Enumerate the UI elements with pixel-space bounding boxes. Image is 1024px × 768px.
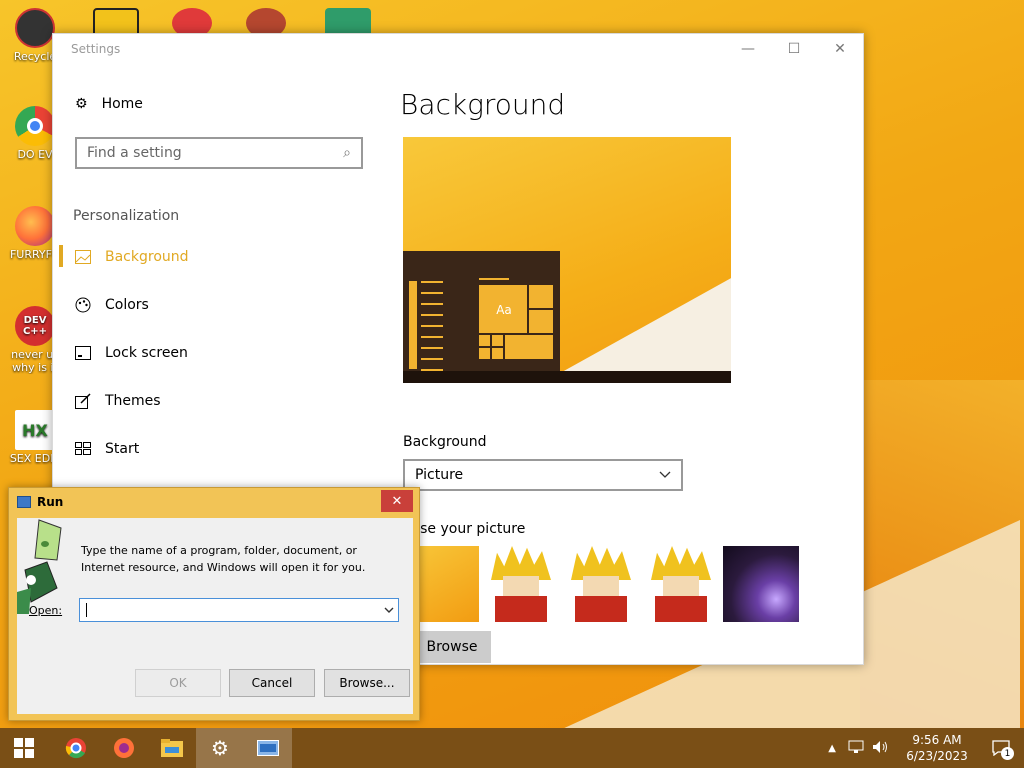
ok-button[interactable]: OK — [135, 669, 221, 697]
picture-thumbnails — [403, 546, 799, 622]
recycle-bin-icon — [15, 8, 55, 48]
preview-tile — [409, 281, 417, 369]
choose-picture-label: oose your picture — [403, 521, 526, 537]
run-title-bar: Run — [17, 488, 63, 516]
gear-icon: ⚙ — [75, 96, 88, 112]
preview-wallpaper-shape — [553, 277, 731, 377]
background-type-label: Background — [403, 434, 487, 450]
network-icon[interactable] — [848, 740, 864, 757]
picture-thumbnail[interactable] — [483, 546, 559, 622]
image-icon — [75, 249, 91, 265]
start-icon — [75, 441, 91, 457]
close-button[interactable]: ✕ — [817, 34, 863, 64]
sidebar-item-colors[interactable]: Colors — [75, 293, 149, 317]
clock-date: 6/23/2023 — [906, 749, 968, 763]
hex-editor-icon: HX — [15, 410, 55, 450]
window-controls: — ☐ ✕ — [725, 34, 863, 64]
taskbar-run[interactable] — [244, 728, 292, 768]
preview-line — [479, 278, 509, 280]
gear-icon: ⚙ — [211, 736, 229, 760]
search-input[interactable]: Find a setting ⌕ — [75, 137, 363, 169]
palette-icon — [75, 297, 91, 313]
chevron-down-icon[interactable] — [384, 605, 394, 616]
run-body: Type the name of a program, folder, docu… — [17, 518, 413, 714]
run-description: Type the name of a program, folder, docu… — [81, 544, 366, 574]
sidebar-item-label: Colors — [105, 297, 149, 313]
section-heading: Personalization — [73, 208, 180, 224]
window-title: Settings — [71, 42, 121, 56]
picture-thumbnail[interactable] — [563, 546, 639, 622]
nav-home-label: Home — [101, 96, 143, 112]
preview-menu-lines — [421, 281, 443, 380]
system-tray: ▲ 9:56 AM 6/23/2023 1 — [828, 728, 1024, 768]
sidebar-item-label: Lock screen — [105, 345, 188, 361]
active-indicator — [59, 245, 63, 267]
folder-icon — [161, 739, 183, 757]
chrome-icon — [15, 106, 55, 146]
run-app-icon — [17, 496, 31, 508]
clock-time: 9:56 AM — [912, 733, 962, 747]
search-placeholder: Find a setting — [87, 145, 182, 161]
run-command-input[interactable] — [79, 598, 399, 622]
devcpp-icon: DEV C++ — [15, 306, 55, 346]
sidebar-item-start[interactable]: Start — [75, 437, 139, 461]
run-title: Run — [37, 495, 64, 509]
firefox-icon — [15, 206, 55, 246]
taskbar: ⚙ ▲ 9:56 AM 6/23/2023 1 — [0, 728, 1024, 768]
text-caret — [86, 603, 87, 617]
page-title: Background — [400, 88, 566, 121]
taskbar-settings[interactable]: ⚙ — [196, 728, 244, 768]
dropdown-value: Picture — [415, 467, 464, 483]
clock[interactable]: 9:56 AM 6/23/2023 — [896, 732, 978, 764]
sidebar-item-label: Start — [105, 441, 140, 457]
run-dialog: Run ✕ Type the name of a program, folder… — [8, 487, 420, 721]
chevron-down-icon — [659, 467, 671, 483]
nav-home[interactable]: ⚙ Home — [75, 96, 143, 112]
taskbar-file-explorer[interactable] — [148, 728, 196, 768]
background-type-dropdown[interactable]: Picture — [403, 459, 683, 491]
sidebar-item-themes[interactable]: Themes — [75, 389, 161, 413]
windows-icon — [14, 738, 34, 758]
taskbar-chrome[interactable] — [52, 728, 100, 768]
picture-thumbnail[interactable] — [723, 546, 799, 622]
action-center-button[interactable]: 1 — [978, 728, 1024, 768]
preview-taskbar — [403, 371, 731, 383]
firefox-icon — [114, 738, 134, 758]
lock-screen-icon — [75, 345, 91, 361]
sidebar-item-lock-screen[interactable]: Lock screen — [75, 341, 188, 365]
browse-button[interactable]: Browse — [413, 631, 491, 663]
taskbar-firefox[interactable] — [100, 728, 148, 768]
open-label: Open: — [29, 604, 63, 617]
chevron-up-icon[interactable]: ▲ — [828, 743, 836, 754]
notification-badge: 1 — [1001, 747, 1014, 760]
themes-icon — [75, 393, 91, 409]
sidebar-item-label: Background — [105, 249, 189, 265]
mascot-icon — [17, 519, 62, 614]
sidebar-item-background[interactable]: Background — [75, 245, 189, 269]
preview-tile-text: Aa — [496, 303, 512, 317]
minimize-button[interactable]: — — [725, 34, 771, 64]
start-button[interactable] — [0, 728, 48, 768]
cancel-button[interactable]: Cancel — [229, 669, 315, 697]
browse-button[interactable]: Browse... — [324, 669, 410, 697]
preview-start-menu: Aa — [403, 251, 560, 383]
run-app-icon — [257, 740, 279, 756]
chrome-icon — [65, 738, 86, 759]
search-icon: ⌕ — [343, 145, 351, 161]
picture-thumbnail[interactable] — [643, 546, 719, 622]
background-preview: Aa — [403, 137, 731, 383]
close-button[interactable]: ✕ — [381, 490, 413, 512]
volume-icon[interactable] — [872, 740, 890, 757]
maximize-button[interactable]: ☐ — [771, 34, 817, 64]
sidebar-item-label: Themes — [105, 393, 161, 409]
